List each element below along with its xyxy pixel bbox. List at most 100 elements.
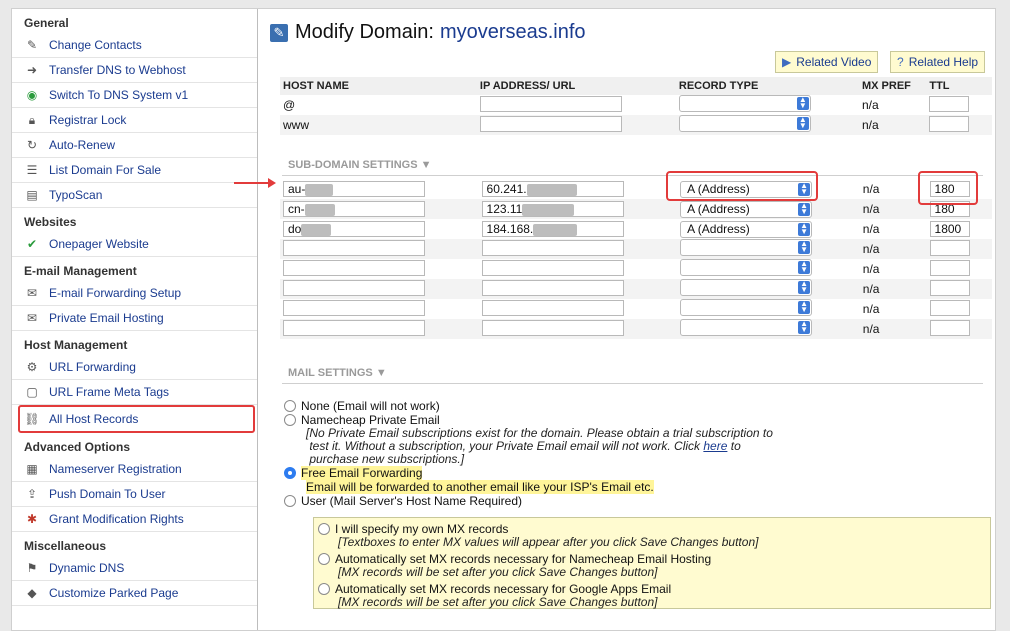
dns-icon: ⚑ bbox=[26, 561, 38, 575]
mx-option-own[interactable]: I will specify my own MX records [Textbo… bbox=[318, 522, 758, 549]
mail-option-free[interactable]: Free Email Forwarding bbox=[284, 466, 995, 480]
mail-icon: ✉ bbox=[26, 311, 38, 325]
ttl-input[interactable] bbox=[929, 299, 970, 316]
sidebar-item-registrar-lock[interactable]: 🔒︎ Registrar Lock bbox=[12, 108, 257, 133]
sidebar-item-change-contacts[interactable]: ✎ Change Contacts bbox=[12, 33, 257, 58]
purchase-link[interactable]: here bbox=[703, 439, 727, 453]
sidebar-item-label: Onepager Website bbox=[49, 237, 149, 251]
mail-forward-icon: ✉ bbox=[26, 286, 38, 300]
ttl-input[interactable] bbox=[929, 259, 970, 276]
record-type-select[interactable]: A (Address) ▲ ▼ bbox=[680, 220, 813, 238]
related-video-button[interactable]: ▶ Related Video bbox=[775, 51, 879, 73]
mx-cell: n/a bbox=[859, 199, 927, 219]
ttl-input[interactable] bbox=[929, 115, 970, 132]
sidebar-item-grant-rights[interactable]: ✱ Grant Modification Rights bbox=[12, 507, 257, 532]
mx-cell: n/a bbox=[859, 115, 927, 135]
sidebar-item-label: Change Contacts bbox=[49, 38, 142, 52]
host-input[interactable] bbox=[283, 259, 425, 276]
ttl-input[interactable] bbox=[929, 319, 970, 336]
sidebar-section-websites: Websites bbox=[24, 215, 77, 229]
sidebar-item-private-email[interactable]: ✉ Private Email Hosting bbox=[12, 306, 257, 331]
ip-input[interactable] bbox=[481, 299, 624, 316]
record-type-value: A (Address) bbox=[687, 201, 750, 216]
table-row: au- 60.241. A (Address) ▲ ▼ n/a 180 bbox=[280, 179, 992, 199]
mail-option-none[interactable]: None (Email will not work) bbox=[284, 399, 995, 413]
radio-mx-own[interactable] bbox=[318, 523, 330, 535]
host-input[interactable] bbox=[283, 319, 425, 336]
radio-free-forwarding[interactable] bbox=[284, 467, 296, 479]
mx-option-google[interactable]: Automatically set MX records necessary f… bbox=[318, 582, 671, 609]
mx-option-namecheap[interactable]: Automatically set MX records necessary f… bbox=[318, 552, 711, 579]
mail-settings: None (Email will not work) Namecheap Pri… bbox=[284, 399, 995, 609]
ip-input[interactable] bbox=[481, 279, 624, 296]
sidebar-item-label: Private Email Hosting bbox=[49, 311, 164, 325]
ip-input[interactable]: 184.168. bbox=[481, 221, 624, 237]
note-text: to bbox=[730, 439, 741, 453]
host-input[interactable] bbox=[283, 299, 425, 316]
sidebar-item-email-forwarding[interactable]: ✉ E-mail Forwarding Setup bbox=[12, 281, 257, 306]
sidebar-item-typoscan[interactable]: ▤ TypoScan bbox=[12, 183, 257, 208]
sidebar-item-dynamic-dns[interactable]: ⚑ Dynamic DNS bbox=[12, 556, 257, 581]
mail-settings-heading[interactable]: MAIL SETTINGS ▼ bbox=[288, 367, 387, 379]
record-type-select[interactable]: ▲ ▼ bbox=[680, 239, 813, 256]
sidebar-item-onepager[interactable]: ✔ Onepager Website bbox=[12, 232, 257, 257]
col-ip-address: IP ADDRESS/ URL bbox=[476, 77, 676, 95]
host-input[interactable]: do bbox=[283, 221, 425, 237]
ip-input[interactable] bbox=[481, 319, 624, 336]
push-icon: ⇪ bbox=[26, 487, 38, 501]
sidebar-item-url-forwarding[interactable]: ⚙ URL Forwarding bbox=[12, 355, 257, 380]
sidebar-item-url-frame[interactable]: ▢ URL Frame Meta Tags bbox=[12, 380, 257, 405]
record-type-select[interactable]: ▲ ▼ bbox=[680, 259, 813, 276]
radio-none[interactable] bbox=[284, 400, 296, 412]
help-icon: ? bbox=[897, 55, 904, 69]
subdomain-title: SUB-DOMAIN SETTINGS bbox=[288, 159, 418, 171]
radio-mx-namecheap[interactable] bbox=[318, 553, 330, 565]
mx-cell: n/a bbox=[859, 239, 927, 259]
ip-input[interactable]: 60.241. bbox=[481, 181, 624, 197]
mail-option-user[interactable]: User (Mail Server's Host Name Required) bbox=[284, 494, 995, 508]
radio-user[interactable] bbox=[284, 495, 296, 507]
ttl-input[interactable] bbox=[929, 95, 970, 112]
sidebar-item-transfer-dns[interactable]: ➜ Transfer DNS to Webhost bbox=[12, 58, 257, 83]
sidebar-item-parked-page[interactable]: ◆ Customize Parked Page bbox=[12, 581, 257, 606]
ip-input[interactable] bbox=[479, 115, 622, 132]
sidebar-item-label: Auto-Renew bbox=[49, 138, 116, 152]
record-type-select[interactable]: A (Address) ▲ ▼ bbox=[680, 200, 813, 218]
record-type-select[interactable]: ▲ ▼ bbox=[680, 279, 813, 296]
sidebar-item-label: All Host Records bbox=[49, 412, 139, 426]
ttl-highlight bbox=[918, 171, 978, 205]
radio-mx-google[interactable] bbox=[318, 583, 330, 595]
sidebar-item-all-host-records[interactable]: ⛓ All Host Records bbox=[18, 405, 255, 433]
ip-input[interactable]: 123.11 bbox=[481, 201, 624, 217]
host-input[interactable]: au- bbox=[283, 181, 425, 197]
table-row: ▲ ▼ n/a bbox=[280, 259, 992, 279]
record-type-select[interactable]: ▲ ▼ bbox=[680, 319, 813, 336]
sidebar-item-list-domain[interactable]: ☰ List Domain For Sale bbox=[12, 158, 257, 183]
ip-input[interactable] bbox=[479, 95, 622, 112]
radio-private[interactable] bbox=[284, 414, 296, 426]
lock-icon: 🔒︎ bbox=[28, 113, 36, 127]
host-input[interactable] bbox=[283, 279, 425, 296]
sidebar-item-auto-renew[interactable]: ↻ Auto-Renew bbox=[12, 133, 257, 158]
mail-option-label: None (Email will not work) bbox=[301, 399, 440, 413]
ip-input[interactable] bbox=[481, 259, 624, 276]
ttl-input[interactable] bbox=[929, 239, 970, 256]
related-help-button[interactable]: ? Related Help bbox=[890, 51, 986, 73]
check-icon: ✔ bbox=[26, 237, 38, 251]
host-input[interactable]: cn- bbox=[283, 201, 425, 217]
ttl-input[interactable] bbox=[929, 279, 970, 296]
subdomain-settings-heading[interactable]: SUB-DOMAIN SETTINGS ▼ bbox=[288, 159, 432, 171]
sidebar-item-switch-dns[interactable]: ◉ Switch To DNS System v1 bbox=[12, 83, 257, 108]
host-input[interactable] bbox=[283, 239, 425, 256]
mx-option-note: [MX records will be set after you click … bbox=[338, 565, 658, 579]
sidebar-item-nameserver[interactable]: ▦ Nameserver Registration bbox=[12, 457, 257, 482]
record-type-select[interactable]: ▲ ▼ bbox=[680, 299, 813, 316]
ttl-input[interactable]: 1800 bbox=[929, 221, 970, 237]
record-type-select[interactable]: ▲ ▼ bbox=[678, 95, 811, 112]
col-host-name: HOST NAME bbox=[280, 77, 477, 95]
ip-input[interactable] bbox=[481, 239, 624, 256]
sidebar-item-push-domain[interactable]: ⇪ Push Domain To User bbox=[12, 482, 257, 507]
host-records-table: HOST NAME IP ADDRESS/ URL RECORD TYPE MX… bbox=[280, 77, 992, 135]
record-type-select[interactable]: ▲ ▼ bbox=[678, 115, 811, 132]
mail-option-private[interactable]: Namecheap Private Email bbox=[284, 413, 995, 427]
